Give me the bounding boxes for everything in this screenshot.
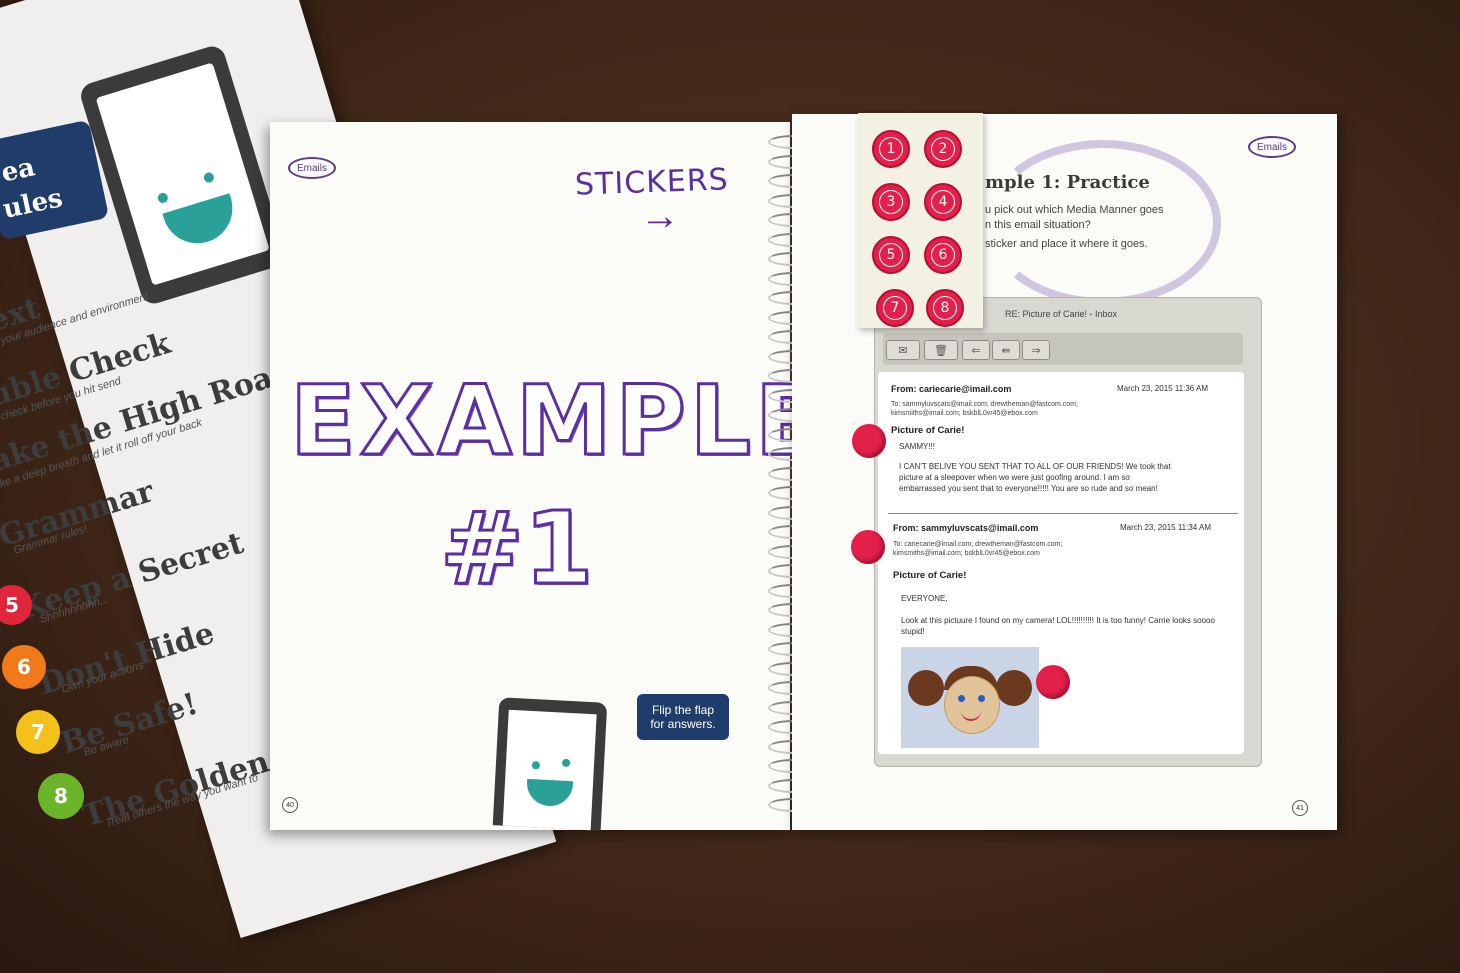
sticker-5-number: 5	[879, 243, 903, 267]
email-window-title: RE: Picture of Carie! - Inbox	[1005, 309, 1118, 319]
msg1-body-2: picture at a sleepover when we were just…	[899, 473, 1130, 482]
sticker-6[interactable]: 6	[924, 236, 962, 274]
sticker-3[interactable]: 3	[872, 183, 910, 221]
rule-number-8: 8	[38, 773, 84, 819]
msg2-subject: Picture of Carie!	[893, 570, 967, 581]
forward-icon[interactable]: ⇒	[1022, 340, 1050, 360]
cartoon-face	[944, 676, 1000, 734]
msg1-subject: Picture of Carie!	[891, 425, 965, 436]
practice-title: mple 1: Practice	[985, 172, 1150, 193]
msg2-body-1: Look at this pictuure I found on my came…	[901, 616, 1215, 625]
sticker-5[interactable]: 5	[872, 236, 910, 274]
msg1-body-3: embarrassed you sent that to everyone!!!…	[899, 484, 1158, 493]
left-page-number: 40	[282, 797, 298, 813]
flip-line-1: Flip the flap	[651, 703, 715, 717]
practice-line-1: u pick out which Media Manner goes	[985, 204, 1164, 216]
msg2-to-2: kimsmiths@imail.com; bskblL0vr45@ebox.co…	[893, 550, 1040, 557]
msg1-greeting: SAMMY!!!	[899, 442, 936, 451]
msg1-date: March 23, 2015 11:36 AM	[1117, 384, 1209, 393]
msg1-from: From: cariecarie@imail.com	[891, 384, 1012, 394]
sticker-4[interactable]: 4	[924, 183, 962, 221]
left-emails-tag: Emails	[288, 157, 336, 179]
example-title: EXAMPLE	[289, 364, 825, 479]
sticker-8-number: 8	[933, 296, 957, 320]
sticker-1[interactable]: 1	[872, 130, 910, 168]
sticker-1-number: 1	[879, 137, 903, 161]
placed-sticker-1	[852, 424, 886, 458]
example-number: #1	[438, 489, 594, 609]
sticker-6-number: 6	[931, 243, 955, 267]
message-divider	[888, 513, 1238, 514]
sticker-2-number: 2	[931, 137, 955, 161]
sticker-7-number: 7	[883, 296, 907, 320]
right-emails-tag: Emails	[1248, 136, 1296, 158]
flip-flap-bubble: Flip the flap for answers.	[637, 694, 729, 740]
msg2-date: March 23, 2015 11:34 AM	[1120, 523, 1212, 532]
stickers-arrow: →	[640, 194, 680, 238]
compose-icon[interactable]: ✉	[886, 340, 920, 360]
sticker-7[interactable]: 7	[876, 289, 914, 327]
sticker-8[interactable]: 8	[926, 289, 964, 327]
practice-line-3: sticker and place it where it goes.	[985, 238, 1148, 250]
tablet-mascot	[492, 697, 608, 831]
reply-all-icon[interactable]: ⇚	[992, 340, 1020, 360]
flip-line-2: for answers.	[650, 717, 716, 731]
msg2-from: From: sammyluvscats@imail.com	[893, 523, 1039, 533]
right-page-number: 41	[1292, 800, 1308, 816]
practice-line-2: n this email situation?	[985, 219, 1091, 231]
hair-left	[908, 670, 944, 706]
sticker-2[interactable]: 2	[924, 130, 962, 168]
sticker-4-number: 4	[931, 190, 955, 214]
reply-icon[interactable]: ⇐	[962, 340, 990, 360]
placed-sticker-2	[851, 530, 885, 564]
idea-line-1: ea	[0, 152, 38, 189]
msg2-greeting: EVERYONE,	[901, 594, 948, 603]
msg1-to-2: kimsmiths@imail.com; bskblL0vr45@ebox.co…	[891, 410, 1038, 417]
msg1-body-1: I CAN'T BELIVE YOU SENT THAT TO ALL OF O…	[899, 462, 1171, 471]
rule-number-6: 6	[2, 645, 46, 689]
placed-sticker-3	[1036, 665, 1070, 699]
idea-line-2: ules	[0, 183, 66, 225]
rule-number-7: 7	[16, 710, 60, 754]
hair-right	[996, 670, 1032, 706]
msg2-body-2: stupid!	[901, 627, 925, 636]
rule-7-title: Be Safe!	[56, 686, 203, 762]
sticker-3-number: 3	[879, 190, 903, 214]
trash-icon[interactable]: 🗑	[924, 340, 958, 360]
